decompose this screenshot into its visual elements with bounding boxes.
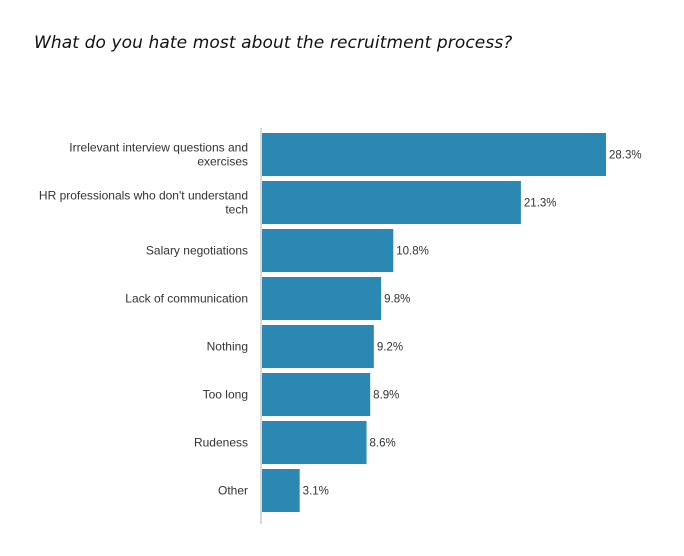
category-label: Nothing [207, 340, 248, 354]
category-label: Other [218, 484, 248, 498]
category-label: Lack of communication [125, 292, 248, 306]
value-label: 10.8% [396, 246, 429, 258]
category-label: exercises [197, 155, 248, 169]
bar [262, 229, 394, 272]
value-label: 8.9% [373, 390, 399, 402]
bar [262, 421, 367, 464]
bar-chart: 28.3% Irrelevant interview questions ande… [39, 128, 642, 524]
category-label: Salary negotiations [146, 244, 248, 258]
category-label: Irrelevant interview questions and [69, 141, 248, 155]
value-label: 28.3% [609, 150, 642, 162]
bar [262, 469, 300, 512]
value-label: 9.2% [377, 342, 403, 354]
value-label: 8.6% [370, 438, 396, 450]
value-label: 21.3% [524, 198, 557, 210]
bar [262, 373, 371, 416]
category-label: tech [225, 203, 248, 217]
value-label: 9.8% [384, 294, 410, 306]
bar [262, 325, 374, 368]
category-label: HR professionals who don't understand [39, 189, 248, 203]
category-label: Rudeness [194, 436, 248, 450]
bar [262, 277, 382, 320]
bar [262, 181, 521, 224]
value-label: 3.1% [303, 486, 329, 498]
bar [262, 133, 606, 176]
category-label: Too long [203, 388, 248, 402]
